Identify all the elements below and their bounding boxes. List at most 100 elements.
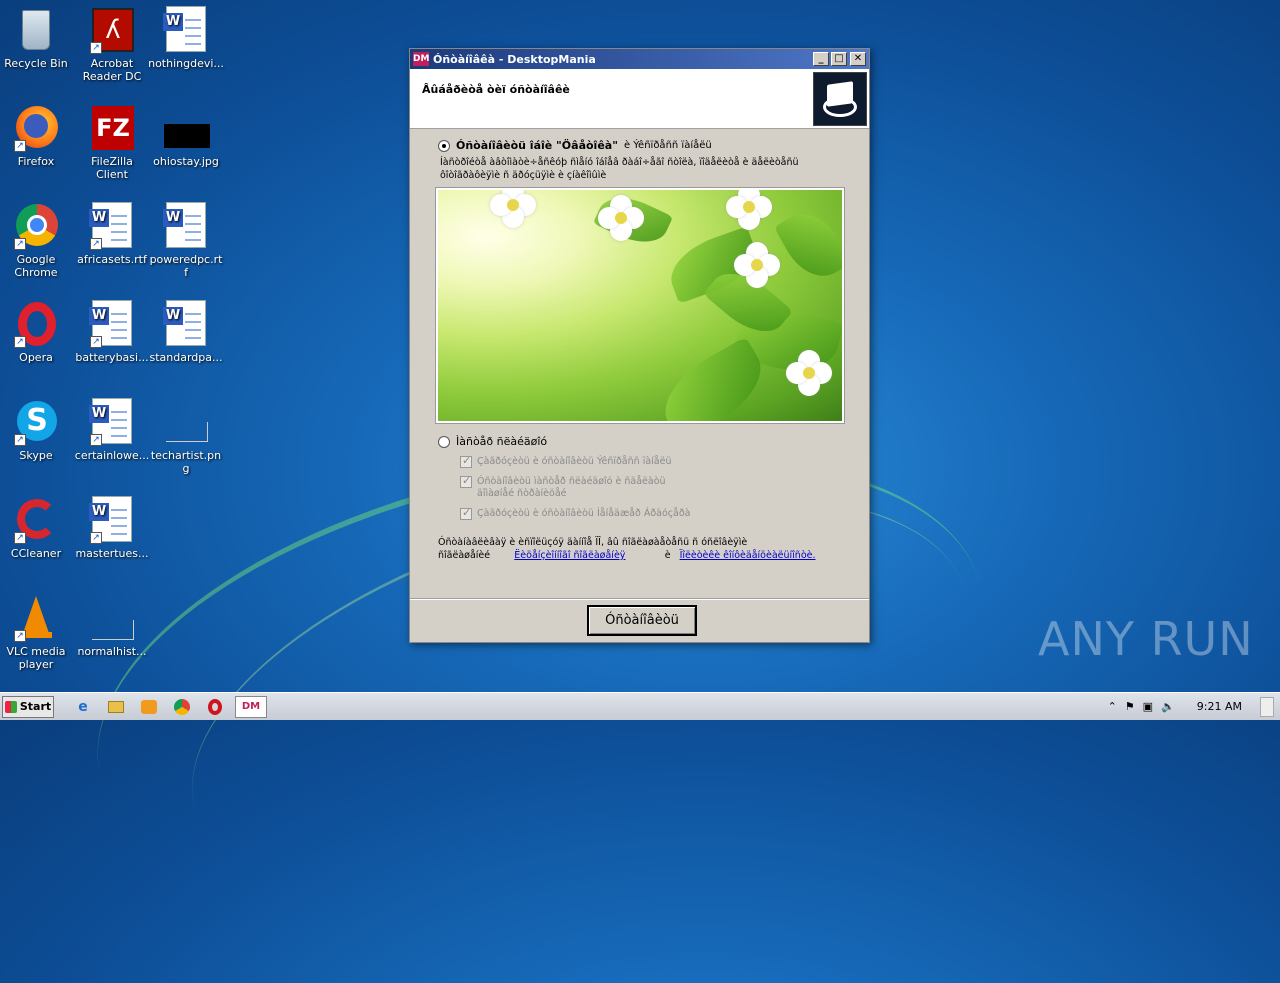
show-desktop-button[interactable] xyxy=(1260,696,1274,717)
tray-expand-icon[interactable]: ⌃ xyxy=(1108,700,1117,713)
desktop-icon-mastertues[interactable]: W ↗ mastertues... xyxy=(74,496,150,560)
close-button[interactable]: ✕ xyxy=(850,52,866,66)
image-file-icon xyxy=(88,594,136,642)
radio-install-wallpaper[interactable] xyxy=(438,139,450,152)
desktop-icon-chrome[interactable]: ↗ Google Chrome xyxy=(0,202,74,279)
action-center-flag-icon[interactable]: ⚑ xyxy=(1125,700,1135,713)
shortcut-arrow-icon: ↗ xyxy=(90,42,102,54)
desktop-icon-firefox[interactable]: ↗ Firefox xyxy=(0,104,74,168)
ccleaner-icon: ↗ xyxy=(12,496,60,544)
license-notice-text: Óñòàíàâëèâàÿ è èñïîëüçóÿ äàííîå ÏÎ, âû ñ… xyxy=(438,537,748,548)
check-label-express-panel: Çàãðóçèòü è óñòàíîâèòü Ýêñïðåññ ïàíåëü xyxy=(477,456,672,467)
desktop-icon-skype[interactable]: S ↗ Skype xyxy=(0,398,74,462)
desktop-icon-acrobat[interactable]: ʎ ↗ Acrobat Reader DC xyxy=(74,6,150,83)
shortcut-arrow-icon: ↗ xyxy=(90,532,102,544)
checkbox-homepage[interactable] xyxy=(460,475,472,488)
minimize-button[interactable]: _ xyxy=(813,52,829,66)
shortcut-arrow-icon: ↗ xyxy=(14,238,26,250)
desktop-icon-normalhist[interactable]: normalhist... xyxy=(74,594,150,658)
shortcut-arrow-icon: ↗ xyxy=(90,336,102,348)
option1-description: Íàñòðîéòå àâòîìàòè÷åñêóþ ñìåíó îáîåâ ðàá… xyxy=(440,157,799,181)
opera-icon: ↗ xyxy=(12,300,60,348)
header-title: Âûáåðèòå òèï óñòàíîâêè xyxy=(422,83,570,96)
dialog-titlebar[interactable]: DM Óñòàíîâêà - DesktopMania _ □ ✕ xyxy=(410,49,869,69)
desktop-icon-africasets[interactable]: W ↗ africasets.rtf xyxy=(74,202,150,266)
desktop-icon-standardpa[interactable]: W standardpa... xyxy=(148,300,224,364)
recycle-bin-icon xyxy=(12,6,60,54)
dialog-title: Óñòàíîâêà - DesktopMania xyxy=(433,52,596,66)
taskbar-chrome-icon[interactable] xyxy=(169,696,195,718)
shortcut-arrow-icon: ↗ xyxy=(90,434,102,446)
maximize-button[interactable]: □ xyxy=(831,52,847,66)
word-doc-icon: W xyxy=(162,300,210,348)
desktop-icon-vlc[interactable]: ↗ VLC media player xyxy=(0,594,74,671)
install-button[interactable]: Óñòàíîâèòü xyxy=(587,605,697,636)
word-doc-icon: W ↗ xyxy=(88,398,136,446)
option2-label: Ìàñòåð ñëàéäøîó xyxy=(456,435,548,448)
desktop-icon-ccleaner[interactable]: ↗ CCleaner xyxy=(0,496,74,560)
installer-computer-icon xyxy=(813,72,867,126)
word-doc-icon: W ↗ xyxy=(88,300,136,348)
shortcut-arrow-icon: ↗ xyxy=(90,238,102,250)
shortcut-arrow-icon: ↗ xyxy=(14,336,26,348)
taskbar: Start e DM ⌃ ⚑ ▣ 🔈 9:21 AM xyxy=(0,692,1280,720)
taskbar-media-player-icon[interactable] xyxy=(136,696,162,718)
volume-icon[interactable]: 🔈 xyxy=(1161,700,1175,713)
option-slideshow-master[interactable]: Ìàñòåð ñëàéäøîó xyxy=(438,435,843,448)
desktop-icon-ohiostay[interactable]: ohiostay.jpg xyxy=(148,104,224,168)
anyrun-watermark: ANY RUN xyxy=(1038,612,1254,666)
start-label: Start xyxy=(19,700,52,713)
start-button[interactable]: Start xyxy=(2,695,54,718)
desktop-icon-recycle-bin[interactable]: Recycle Bin xyxy=(0,6,74,70)
check-row-homepage: Óñòàíîâèòü ìàñòåð ñëàéäøîó è ñäåëàòü äîì… xyxy=(460,475,843,500)
check-label-homepage: Óñòàíîâèòü ìàñòåð ñëàéäøîó è ñäåëàòü äîì… xyxy=(477,476,666,499)
network-icon[interactable]: ▣ xyxy=(1143,700,1153,713)
checkbox-browser-manager[interactable] xyxy=(460,507,472,520)
option1-suffix: è Ýêñïðåññ ïàíåëü xyxy=(623,140,712,151)
clock[interactable]: 9:21 AM xyxy=(1197,700,1242,713)
shortcut-arrow-icon: ↗ xyxy=(14,532,26,544)
desktop-icon-nothingdevi[interactable]: W nothingdevi... xyxy=(148,6,224,70)
desktop-icon-batterybasi[interactable]: W ↗ batterybasi... xyxy=(74,300,150,364)
privacy-policy-link[interactable]: Ïîëèòèêè êîíôèäåíöèàëüíîñòè. xyxy=(680,550,816,561)
taskbar-opera-icon[interactable] xyxy=(202,696,228,718)
check-label-browser-manager: Çàãðóçèòü è óñòàíîâèòü Ìåíåäæåð Áðàóçåðà xyxy=(477,508,691,519)
taskbar-desktopmania-button[interactable]: DM xyxy=(235,695,267,718)
wallpaper-preview-image xyxy=(435,187,845,424)
dialog-header: Âûáåðèòå òèï óñòàíîâêè xyxy=(410,69,869,129)
acrobat-icon: ʎ ↗ xyxy=(88,6,136,54)
license-and-text: è xyxy=(664,550,671,561)
word-doc-icon: W ↗ xyxy=(88,496,136,544)
chrome-icon: ↗ xyxy=(12,202,60,250)
option-install-wallpaper[interactable]: Óñòàíîâèòü îáîè "Öâåòîêà" è Ýêñïðåññ ïàí… xyxy=(438,139,843,152)
checkbox-express-panel[interactable] xyxy=(460,455,472,468)
radio-slideshow-master[interactable] xyxy=(438,435,450,448)
check-row-browser-manager: Çàãðóçèòü è óñòàíîâèòü Ìåíåäæåð Áðàóçåðà xyxy=(460,507,843,520)
shortcut-arrow-icon: ↗ xyxy=(14,630,26,642)
word-doc-icon: W xyxy=(162,202,210,250)
desktop-icon-opera[interactable]: ↗ Opera xyxy=(0,300,74,364)
desktopmania-logo-icon: DM xyxy=(413,52,430,66)
word-doc-icon: W xyxy=(162,6,210,54)
check-row-express-panel: Çàãðóçèòü è óñòàíîâèòü Ýêñïðåññ ïàíåëü xyxy=(460,455,843,468)
desktop-icon-poweredpc[interactable]: W poweredpc.rtf xyxy=(148,202,224,279)
desktop-icon-certainlowe[interactable]: W ↗ certainlowe... xyxy=(74,398,150,462)
license-agreement-link[interactable]: Ëèöåíçèîííîãî ñîãëàøåíèÿ xyxy=(514,550,625,561)
firefox-icon: ↗ xyxy=(12,104,60,152)
taskbar-ie-icon[interactable]: e xyxy=(70,696,96,718)
image-file-icon xyxy=(162,398,210,446)
shortcut-arrow-icon: ↗ xyxy=(14,140,26,152)
image-file-icon xyxy=(162,104,210,152)
desktop-icon-techartist[interactable]: techartist.png xyxy=(148,398,224,475)
desktop-icon-filezilla[interactable]: FZ FileZilla Client xyxy=(74,104,150,181)
installer-dialog: DM Óñòàíîâêà - DesktopMania _ □ ✕ Âûáåðè… xyxy=(409,48,870,643)
system-tray: ⌃ ⚑ ▣ 🔈 9:21 AM xyxy=(1108,693,1280,720)
license-notice: Óñòàíàâëèâàÿ è èñïîëüçóÿ äàííîå ÏÎ, âû ñ… xyxy=(438,536,843,562)
taskbar-explorer-icon[interactable] xyxy=(103,696,129,718)
word-doc-icon: W ↗ xyxy=(88,202,136,250)
dialog-content: Óñòàíîâèòü îáîè "Öâåòîêà" è Ýêñïðåññ ïàí… xyxy=(410,129,869,562)
option1-label: Óñòàíîâèòü îáîè "Öâåòîêà" xyxy=(456,139,618,152)
filezilla-icon: FZ xyxy=(88,104,136,152)
skype-icon: S ↗ xyxy=(12,398,60,446)
footer-divider xyxy=(410,598,869,600)
